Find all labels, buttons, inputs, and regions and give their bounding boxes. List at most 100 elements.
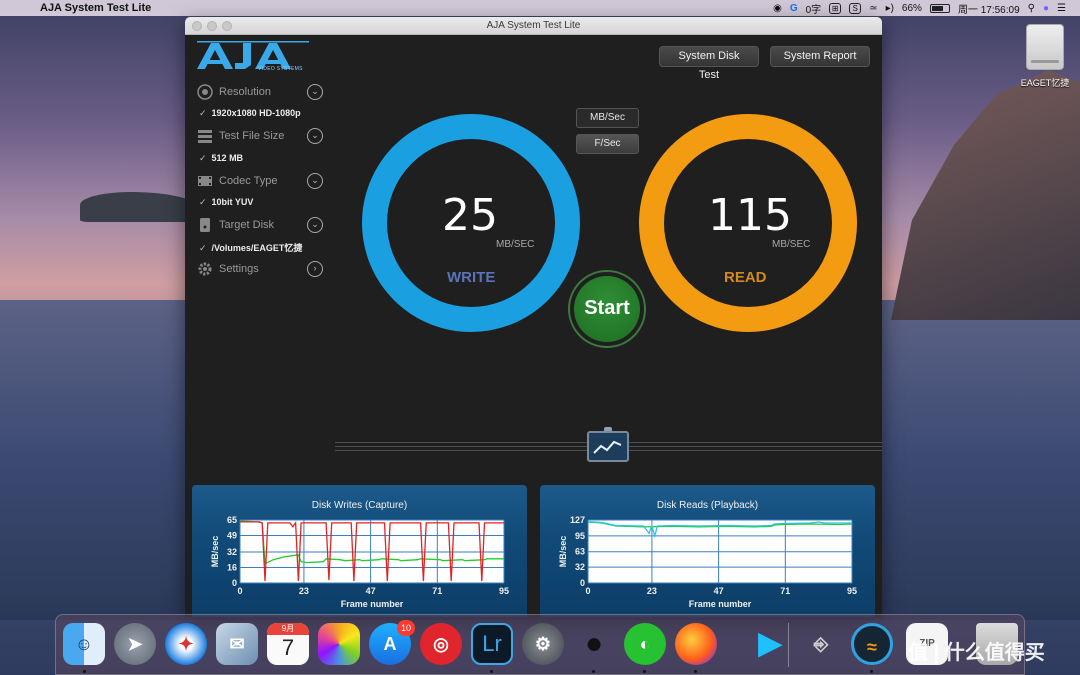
menu-status-area: ◉ G 0字 ⊞ S ≃ ▸) 66% 周一 17:56:09 ⚲ ● ☰ — [773, 1, 1066, 16]
y-tick-label: 95 — [575, 531, 585, 541]
gear-icon — [198, 262, 212, 276]
graph-toggle-button[interactable] — [587, 431, 629, 462]
write-value: 25 — [442, 190, 498, 241]
x-axis-title: Frame number — [689, 599, 752, 609]
external-drive-icon[interactable] — [1026, 24, 1064, 70]
line-graph-icon — [593, 440, 622, 454]
desktop-island-right — [891, 70, 1080, 320]
x-tick-label: 0 — [585, 586, 590, 596]
y-axis-title: MB/sec — [210, 536, 220, 568]
settings-item[interactable]: Settings › — [197, 260, 325, 280]
desktop-island-left — [80, 192, 200, 222]
battery-percent[interactable]: 66% — [902, 3, 922, 14]
test-file-size-setting[interactable]: Test File Size ⌄ — [197, 127, 325, 147]
system-disk-test-button[interactable]: System Disk Test — [659, 46, 759, 81]
firefox-icon[interactable] — [675, 623, 717, 665]
film-icon — [198, 176, 212, 186]
aja-system-test-icon[interactable]: ≈ — [851, 623, 893, 665]
safari-icon[interactable]: ✦ — [165, 623, 207, 665]
system-preferences-icon[interactable]: ⚙ — [522, 623, 564, 665]
x-axis-title: Frame number — [341, 599, 404, 609]
screenshot-icon[interactable]: S — [849, 3, 862, 14]
qq-icon[interactable]: ● — [573, 623, 615, 665]
stack-icon — [198, 130, 212, 143]
target-disk-value: ✓/Volumes/EAGET忆捷 — [199, 243, 303, 253]
menu-bar: AJA System Test Lite ◉ G 0字 ⊞ S ≃ ▸) 66%… — [0, 0, 1080, 16]
read-unit: MB/SEC — [772, 239, 811, 250]
wechat-icon[interactable]: ◐ — [624, 623, 666, 665]
keyboard-icon[interactable]: ⊞ — [829, 3, 842, 14]
finder-icon[interactable]: ☺ — [63, 623, 105, 665]
x-tick-label: 71 — [780, 586, 790, 596]
y-tick-label: 0 — [580, 578, 585, 588]
x-tick-label: 95 — [499, 586, 509, 596]
x-tick-label: 23 — [299, 586, 309, 596]
creative-cloud-icon[interactable]: ◉ — [773, 3, 782, 14]
tencent-video-icon[interactable]: ▶ — [749, 623, 791, 665]
menu-clock[interactable]: 周一 17:56:09 — [958, 1, 1020, 16]
settings-label: Settings — [219, 263, 259, 275]
mail-icon[interactable]: ✉ — [216, 623, 258, 665]
resolution-setting[interactable]: Resolution ⌄ — [197, 83, 325, 103]
grammarly-icon[interactable]: G — [790, 3, 798, 14]
f-sec-toggle[interactable]: F/Sec — [576, 134, 639, 154]
x-tick-label: 47 — [366, 586, 376, 596]
system-report-button[interactable]: System Report — [770, 46, 870, 67]
target-disk-chevron-down-icon[interactable]: ⌄ — [307, 217, 323, 233]
y-tick-label: 65 — [227, 515, 237, 525]
menu-app-name[interactable]: AJA System Test Lite — [40, 2, 151, 14]
start-button[interactable]: Start — [574, 276, 640, 342]
x-tick-label: 23 — [647, 586, 657, 596]
x-tick-label: 71 — [432, 586, 442, 596]
lightroom-icon[interactable]: Lr — [471, 623, 513, 665]
test-file-size-value: ✓ 512 MB — [199, 153, 244, 163]
input-method-indicator[interactable]: 0字 — [806, 1, 822, 16]
write-unit: MB/SEC — [496, 239, 535, 250]
calendar-icon[interactable]: 9月 7 — [267, 623, 309, 665]
external-drive-label[interactable]: EAGET忆捷 — [1014, 76, 1076, 89]
write-label: WRITE — [447, 269, 496, 286]
resolution-chevron-down-icon[interactable]: ⌄ — [307, 84, 323, 100]
volume-icon[interactable]: ▸) — [886, 3, 894, 14]
logo-subtitle: VIDEO SYSTEMS — [258, 66, 303, 72]
calendar-day: 7 — [281, 635, 295, 660]
mb-sec-toggle[interactable]: MB/Sec — [576, 108, 639, 128]
qq-running-dot — [592, 670, 595, 673]
notification-center-icon[interactable]: ☰ — [1057, 3, 1066, 14]
y-tick-label: 63 — [575, 547, 585, 557]
photos-icon[interactable] — [318, 623, 360, 665]
read-label: READ — [724, 269, 767, 286]
aja-running-dot — [870, 670, 873, 673]
netease-music-icon[interactable]: ◎ — [420, 623, 462, 665]
siri-icon[interactable]: ● — [1043, 3, 1049, 14]
spotlight-icon[interactable]: ⚲ — [1028, 3, 1035, 14]
target-disk-setting[interactable]: Target Disk ⌄ — [197, 216, 325, 236]
test-file-size-label: Test File Size — [219, 130, 285, 142]
codec-type-setting[interactable]: Codec Type ⌄ — [197, 172, 325, 192]
y-tick-label: 127 — [570, 515, 585, 525]
disk-icon — [200, 218, 210, 232]
target-disk-label: Target Disk — [219, 219, 275, 231]
read-chart-panel: Disk Reads (Playback) 0 23 47 71 95 0 32 63 95 12… — [540, 485, 875, 617]
launchpad-icon[interactable]: ➤ — [114, 623, 156, 665]
wifi-icon[interactable]: ≃ — [869, 3, 877, 14]
codec-type-label: Codec Type — [219, 175, 278, 187]
network-utility-icon[interactable]: ⎆ — [800, 623, 842, 665]
codec-type-chevron-down-icon[interactable]: ⌄ — [307, 173, 323, 189]
resolution-value: ✓ 1920x1080 HD-1080p — [199, 108, 301, 118]
settings-chevron-right-icon[interactable]: › — [307, 261, 323, 277]
write-chart-svg: 0 23 47 71 95 0 16 32 49 65 Frame number MB/sec — [210, 515, 509, 609]
resolution-label: Resolution — [219, 86, 271, 98]
resolution-icon — [197, 84, 213, 100]
test-file-size-chevron-down-icon[interactable]: ⌄ — [307, 128, 323, 144]
x-tick-label: 47 — [714, 586, 724, 596]
read-chart-svg: 0 23 47 71 95 0 32 63 95 127 Frame number MB/sec — [558, 515, 857, 609]
battery-icon[interactable] — [929, 4, 950, 13]
window-titlebar[interactable]: AJA System Test Lite — [185, 17, 882, 35]
lightroom-running-dot — [490, 670, 493, 673]
y-axis-title: MB/sec — [558, 536, 568, 568]
finder-running-dot — [83, 670, 86, 673]
y-tick-label: 32 — [227, 547, 237, 557]
read-value: 115 — [708, 190, 792, 241]
y-tick-label: 32 — [575, 562, 585, 572]
